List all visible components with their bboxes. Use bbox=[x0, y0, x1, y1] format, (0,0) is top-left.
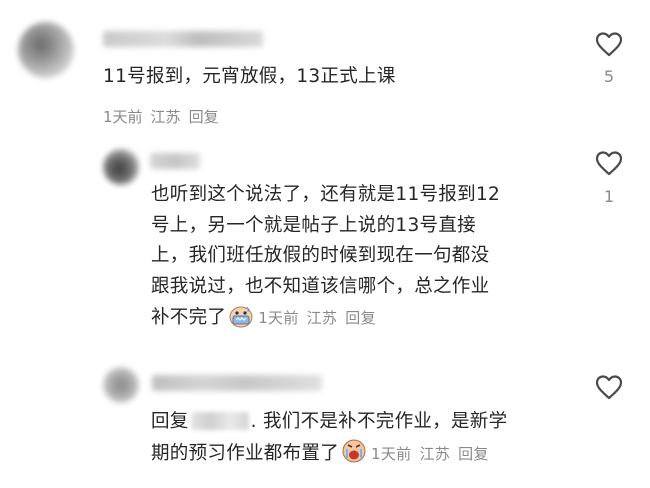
comment-line-text: 期的预习作业都布置了 bbox=[151, 442, 340, 464]
crying-face-emoji bbox=[342, 439, 366, 462]
comment-3: 回复. 我们不是补不完作业，是新学 期的预习作业都布置了 1天前 江苏 回复 bbox=[0, 355, 650, 488]
like-count: 5 bbox=[603, 67, 615, 86]
username[interactable] bbox=[150, 153, 200, 169]
comment-meta: 1天前 江苏 回复 bbox=[371, 445, 497, 463]
comment-meta: 1天前 江苏 回复 bbox=[103, 106, 227, 127]
comment-2: 也听到这个说法了，还有就是11号报到12 号上，另一个就是帖子上说的13号直接 … bbox=[0, 140, 650, 355]
comment-line-last: 补不完了 1天前 江苏 回复 bbox=[151, 302, 500, 334]
reply-button[interactable]: 回复 bbox=[345, 309, 376, 327]
comment-line: 上，我们班任放假的时候到现在一句都没 bbox=[151, 245, 490, 266]
reply-button[interactable]: 回复 bbox=[458, 445, 489, 463]
mentioned-user[interactable] bbox=[190, 412, 249, 430]
comment-line-text: . 我们不是补不完作业，是新学 bbox=[250, 411, 508, 432]
comment-line: 跟我说过，也不知道该信哪个，总之作业 bbox=[151, 275, 490, 297]
comment-line-last: 期的预习作业都布置了 1天前 江苏 回复 bbox=[151, 438, 507, 470]
comment-date: 1天前 bbox=[103, 108, 143, 126]
avatar[interactable] bbox=[103, 149, 139, 185]
comment-location: 江苏 bbox=[150, 108, 181, 126]
avatar[interactable] bbox=[18, 22, 74, 78]
comment-date: 1天前 bbox=[371, 444, 412, 463]
heart-outline-icon[interactable] bbox=[595, 150, 623, 176]
comment-line: 补不完了 bbox=[151, 307, 227, 328]
nervous-face-emoji bbox=[229, 306, 253, 328]
username[interactable] bbox=[152, 375, 322, 391]
comment-1: 11号报到，元宵放假，13正式上课 1天前 江苏 回复 5 bbox=[0, 0, 650, 140]
comment-location: 江苏 bbox=[306, 309, 338, 327]
reply-prefix: 回复 bbox=[151, 411, 189, 432]
reply-button[interactable]: 回复 bbox=[189, 108, 219, 126]
comment-text: 11号报到，元宵放假，13正式上课 bbox=[103, 66, 396, 87]
avatar[interactable] bbox=[103, 367, 139, 403]
comment-text: 也听到这个说法了，还有就是11号报到12 号上，另一个就是帖子上说的13号直接 … bbox=[151, 180, 500, 334]
comment-meta: 1天前 江苏 回复 bbox=[258, 309, 384, 327]
comment-date: 1天前 bbox=[258, 309, 299, 327]
username[interactable] bbox=[103, 31, 263, 47]
comment-text: 回复. 我们不是补不完作业，是新学 期的预习作业都布置了 1天前 江苏 回复 bbox=[151, 407, 507, 469]
comment-line: 回复 . 我们不是补不完作业，是新学 bbox=[151, 407, 507, 438]
like-count: 1 bbox=[603, 187, 615, 206]
heart-outline-icon[interactable] bbox=[595, 31, 623, 57]
heart-outline-icon[interactable] bbox=[595, 374, 623, 400]
comment-line: 也听到这个说法了，还有就是11号报到12 bbox=[151, 184, 501, 205]
comment-line: 号上，另一个就是帖子上说的13号直接 bbox=[151, 214, 476, 236]
comment-location: 江苏 bbox=[419, 444, 451, 463]
